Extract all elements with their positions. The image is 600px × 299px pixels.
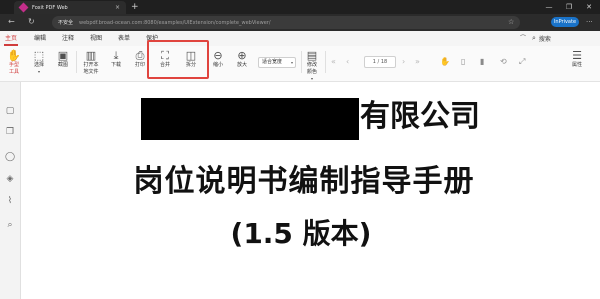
chevron-down-icon: ▾ xyxy=(37,69,40,74)
collapse-ribbon-icon[interactable]: ⌒ xyxy=(520,34,526,43)
hand-tool-label-2: 工具 xyxy=(8,69,19,75)
document-title-line2: 岗位说明书编制指导手册 xyxy=(133,164,475,199)
tab-home[interactable]: 主页 xyxy=(5,34,17,43)
zoom-select-value: 适合宽度 xyxy=(262,59,283,65)
inprivate-badge[interactable]: InPrivate xyxy=(551,17,579,27)
new-tab-button[interactable]: + xyxy=(131,1,139,13)
maximize-button[interactable]: ❐ xyxy=(560,0,578,14)
back-button[interactable]: ← xyxy=(8,16,15,28)
properties-button[interactable]: ☰ 属性 xyxy=(563,49,591,69)
search-icon: ⌕ xyxy=(532,34,536,42)
bookmark-panel-icon[interactable]: ▢ xyxy=(0,106,20,117)
zoom-in-button[interactable]: ⊕ 放大 xyxy=(228,49,256,69)
browser-tab[interactable]: Foxit PDF Web × xyxy=(14,1,126,14)
zoom-in-icon: ⊕ xyxy=(237,49,247,62)
prev-page-icon[interactable]: ‹ xyxy=(346,56,349,68)
browser-tab-bar: Foxit PDF Web × + — ❐ ✕ xyxy=(0,0,600,14)
redacted-company-name xyxy=(141,98,359,140)
tab-form[interactable]: 表单 xyxy=(118,34,130,43)
continuous-page-icon[interactable]: ▮ xyxy=(480,56,484,68)
document-title-line1: 有限公司 xyxy=(360,99,480,134)
tab-close-icon[interactable]: × xyxy=(115,4,120,11)
modify-color-button[interactable]: ▤ 修改 颜色 ▾ xyxy=(298,49,326,81)
modify-color-label: 修改 xyxy=(306,62,317,68)
star-icon[interactable]: ☆ xyxy=(508,16,514,29)
properties-label: 属性 xyxy=(571,62,582,68)
chevron-down-icon: ▾ xyxy=(310,76,313,81)
chevron-down-icon: ▾ xyxy=(290,60,293,65)
search-button[interactable]: ⌕ 搜索 xyxy=(532,33,594,44)
next-page-icon[interactable]: › xyxy=(402,56,405,68)
last-page-icon[interactable]: » xyxy=(415,56,420,68)
tab-edit[interactable]: 编辑 xyxy=(34,34,46,43)
security-indicator[interactable]: 不安全 xyxy=(58,19,73,26)
minimize-button[interactable]: — xyxy=(540,0,558,14)
pages-panel-icon[interactable]: ❐ xyxy=(0,127,20,138)
hand-tool-button[interactable]: ✋ 手型 工具 xyxy=(0,49,28,76)
open-file-icon: ▥ xyxy=(85,49,97,62)
tab-annotate[interactable]: 注释 xyxy=(62,34,74,43)
screenshot-button[interactable]: ▣ 截图 xyxy=(49,49,77,69)
browser-menu-icon[interactable]: ··· xyxy=(586,16,593,29)
url-field[interactable]: 不安全 webpdf.broad-ocean.com:8080/examples… xyxy=(52,16,520,29)
single-page-icon[interactable]: ▯ xyxy=(461,56,465,68)
hand-tool-label: 手型 xyxy=(8,62,19,68)
zoom-in-label: 放大 xyxy=(236,62,247,68)
url-text: webpdf.broad-ocean.com:8080/examples/UIE… xyxy=(79,19,271,26)
first-page-icon[interactable]: « xyxy=(331,56,336,68)
zoom-select[interactable]: 适合宽度 ▾ xyxy=(258,57,296,68)
hand-pan-icon[interactable]: ✋ xyxy=(440,56,450,68)
search-label: 搜索 xyxy=(538,36,551,43)
fit-icon[interactable]: ⤢ xyxy=(519,56,525,68)
rotate-icon[interactable]: ⟲ xyxy=(500,56,507,68)
reload-button[interactable]: ↻ xyxy=(28,16,35,28)
screenshot-icon: ▣ xyxy=(57,49,69,62)
tab-view[interactable]: 视图 xyxy=(90,34,102,43)
foxit-logo-icon xyxy=(18,2,29,13)
merge-split-highlight xyxy=(147,40,209,79)
document-color-icon: ▤ xyxy=(306,49,318,62)
tab-title: Foxit PDF Web xyxy=(32,4,68,11)
open-local-label-2: 地文件 xyxy=(83,69,99,75)
close-window-button[interactable]: ✕ xyxy=(580,0,598,14)
hand-icon: ✋ xyxy=(7,49,21,62)
screenshot-label: 截图 xyxy=(57,62,68,68)
address-bar-row: ← ↻ 不安全 webpdf.broad-ocean.com:8080/exam… xyxy=(0,14,600,31)
modify-color-label-2: 颜色 xyxy=(306,69,317,75)
open-local-label: 打开本 xyxy=(83,62,99,68)
document-title-line3: (1.5 版本) xyxy=(230,217,372,250)
page-number-input[interactable]: 1 / 18 xyxy=(364,56,396,68)
open-local-file-button[interactable]: ▥ 打开本 地文件 xyxy=(77,49,105,76)
properties-icon: ☰ xyxy=(572,49,582,62)
toolbar-divider xyxy=(325,51,326,73)
